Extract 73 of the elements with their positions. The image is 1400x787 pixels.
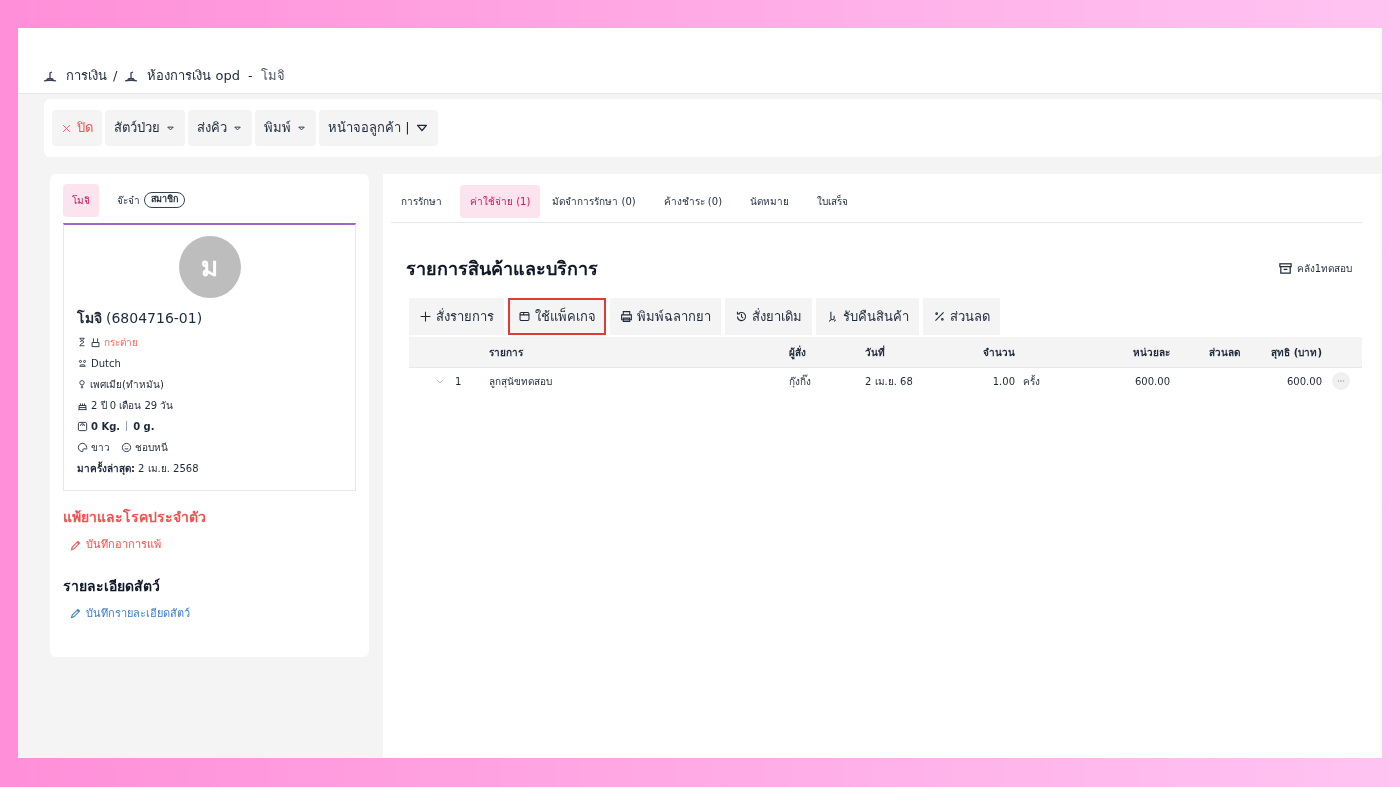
breadcrumb-link[interactable]: ห้องการเงิน opd — [147, 65, 240, 85]
table-cell-text: ครั้ง — [1022, 373, 1041, 389]
hourglass-icon — [77, 337, 87, 347]
row-number: 1 — [455, 374, 462, 389]
weight-text: 0 Kg. — [91, 419, 121, 434]
plus-icon — [419, 310, 432, 323]
percent-icon — [933, 310, 946, 323]
age-text: 2 ปี 0 เดือน 29 วัน — [91, 398, 174, 413]
history-icon — [735, 310, 748, 323]
last-visit-date: 2 เม.ย. 2568 — [138, 461, 199, 476]
tab[interactable]: ค่าใช้จ่าย (1) — [460, 185, 541, 218]
column-header: สุทธิ (บาท) — [1270, 345, 1322, 360]
tab[interactable]: นัดหมาย — [740, 185, 800, 218]
details-link[interactable]: บันทึกรายละเอียดสัตว์ — [69, 605, 190, 622]
warehouse-label: คลัง1ทดสอบ — [1296, 262, 1352, 276]
avatar: ม — [178, 236, 241, 298]
weight-text: 0 g. — [133, 419, 155, 434]
pencil-icon — [69, 538, 82, 552]
breadcrumb-separator: / — [113, 66, 118, 85]
table-cell-text: 600.00 — [1134, 374, 1170, 389]
table-cell-text: 600.00 — [1286, 374, 1322, 389]
column-header: รายการ — [489, 345, 524, 360]
palette-icon — [77, 441, 88, 453]
tab[interactable]: ใบเสร็จ — [807, 185, 859, 218]
details-heading: รายละเอียดสัตว์ — [63, 576, 161, 596]
dropdown-button[interactable]: ส่งคิว — [188, 110, 252, 146]
archive-icon — [1277, 261, 1293, 276]
color-text: ขาว — [91, 440, 110, 455]
action-button[interactable]: สั่งรายการ — [409, 298, 504, 335]
column-header: ส่วนลด — [1208, 345, 1240, 360]
allergy-heading: แพ้ยาและโรคประจำตัว — [63, 507, 207, 527]
column-header: จำนวน — [982, 345, 1015, 360]
table-cell-text: ลูกสุนัขทดสอบ — [489, 374, 553, 389]
column-header: หน่วยละ — [1132, 345, 1170, 360]
dropdown-button[interactable]: หน้าจอลูกค้า | — [319, 110, 438, 146]
action-button[interactable]: รับคืนสินค้า — [816, 298, 919, 335]
more-button[interactable] — [1332, 372, 1350, 390]
printer-icon — [620, 310, 633, 323]
box-icon — [518, 310, 531, 323]
dropdown-button[interactable]: สัตว์ป่วย — [105, 110, 185, 146]
action-button[interactable]: ใช้แพ็คเกจ — [508, 298, 606, 335]
sex-text: เพศเมีย(ทำหมัน) — [90, 377, 164, 392]
pet-name: โมจิ — [77, 308, 102, 328]
last-visit-label: มาครั้งล่าสุด: — [77, 460, 135, 476]
table-cell-text: กุ๊งกิ๊ง — [789, 373, 812, 389]
dropdown-button[interactable]: พิมพ์ — [255, 110, 316, 146]
species-text: กระต่าย — [104, 335, 138, 350]
close-icon — [61, 122, 72, 134]
allergy-link[interactable]: บันทึกอาการแพ้ — [69, 537, 161, 554]
breadcrumb-separator: - — [248, 66, 253, 85]
breadcrumb-link[interactable]: การเงิน — [66, 65, 107, 85]
tab[interactable]: ค้างชำระ (0) — [653, 185, 733, 218]
action-button[interactable]: พิมพ์ฉลากยา — [610, 298, 721, 335]
breadcrumb-current: โมจิ — [260, 66, 285, 85]
column-header: ผู้สั่ง — [789, 344, 807, 360]
breed-text: Dutch — [91, 356, 121, 371]
pet-tab[interactable]: โมจิ — [63, 183, 99, 217]
pencil-icon — [69, 607, 82, 621]
female-icon — [77, 379, 87, 389]
chevron-icon — [435, 376, 445, 386]
table-cell-text: 2 เม.ย. 68 — [865, 374, 914, 389]
tab[interactable]: มัดจำการรักษา (0) — [542, 185, 646, 218]
action-button[interactable]: ส่วนลด — [923, 298, 1000, 335]
table-cell-text: 1.00 — [991, 374, 1015, 389]
pet-code: (6804716-01) — [106, 309, 203, 328]
tab[interactable]: การรักษา — [391, 185, 452, 218]
face-icon — [121, 441, 132, 453]
pet-tab[interactable]: จ๊ะจ๋า สมาชิก — [108, 183, 194, 217]
action-button[interactable]: สั่งยาเดิม — [725, 298, 812, 335]
section-title: รายการสินค้าและบริการ — [406, 257, 598, 281]
scale-icon — [77, 420, 88, 432]
temperament-text: ชอบหนี — [135, 440, 168, 455]
column-header: วันที่ — [865, 344, 886, 360]
